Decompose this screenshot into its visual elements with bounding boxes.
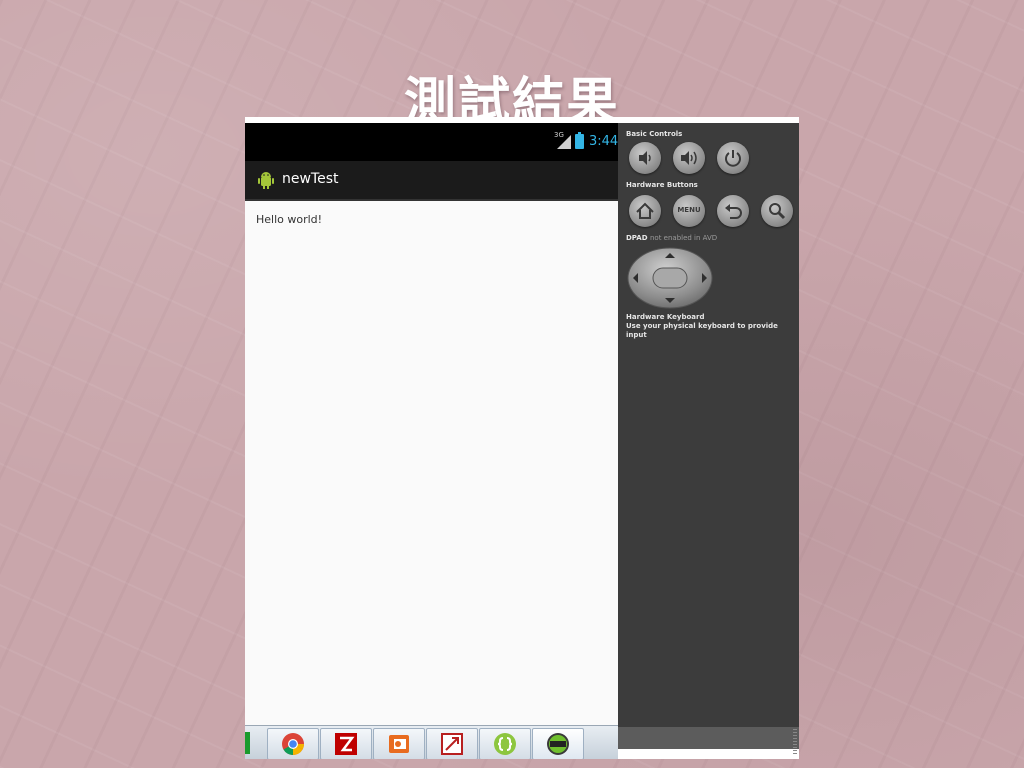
action-bar: newTest (245, 161, 618, 201)
chrome-icon (282, 733, 304, 755)
emulator-screenshot: 3G 3:44 newTest Hello world! Basic Contr (245, 117, 799, 759)
taskbar-chrome[interactable] (267, 728, 319, 759)
menu-button-label: MENU (677, 206, 701, 214)
code-editor-icon (494, 733, 516, 755)
hardware-keyboard-hint: Use your physical keyboard to provide in… (626, 322, 778, 339)
android-avd-icon (547, 733, 569, 755)
power-icon (725, 150, 741, 167)
windows-taskbar (245, 725, 618, 759)
red-app-icon (441, 733, 463, 755)
taskbar-green-app-edge[interactable] (245, 732, 250, 754)
taskbar-powerpoint[interactable] (373, 728, 425, 759)
signal-icon (557, 135, 571, 149)
taskbar-android-avd[interactable] (532, 728, 584, 759)
dpad-label: DPAD not enabled in AVD (626, 234, 717, 243)
dpad-label-prefix: DPAD (626, 234, 648, 242)
android-screen: 3G 3:44 newTest Hello world! (245, 123, 618, 759)
menu-button[interactable]: MENU (673, 195, 705, 227)
volume-down-button[interactable] (629, 142, 661, 174)
power-button[interactable] (717, 142, 749, 174)
back-button[interactable] (717, 195, 749, 227)
search-icon (769, 203, 786, 220)
status-bar: 3G 3:44 (245, 123, 618, 161)
volume-down-icon (639, 151, 651, 165)
battery-icon (575, 132, 584, 149)
hardware-buttons-label: Hardware Buttons (626, 181, 698, 189)
dpad-label-suffix: not enabled in AVD (649, 234, 718, 242)
volume-up-icon (681, 151, 697, 165)
hello-world-text: Hello world! (256, 213, 323, 226)
powerpoint-icon (389, 735, 409, 753)
taskbar-code-editor[interactable] (479, 728, 531, 759)
android-app-icon[interactable] (256, 170, 276, 190)
app-title: newTest (282, 171, 339, 187)
status-clock: 3:44 (589, 134, 619, 149)
home-icon (636, 202, 654, 219)
search-button[interactable] (761, 195, 793, 227)
taskbar-filezilla[interactable] (320, 728, 372, 759)
volume-up-button[interactable] (673, 142, 705, 174)
panel-footer (618, 727, 799, 749)
taskbar-red-app[interactable] (426, 728, 478, 759)
back-icon (725, 204, 742, 219)
hardware-keyboard-label: Hardware Keyboard (626, 313, 705, 321)
basic-controls-label: Basic Controls (626, 130, 683, 138)
filezilla-icon (335, 733, 357, 755)
dpad-control[interactable] (627, 247, 713, 309)
taskbar-resize-grip[interactable] (793, 729, 797, 755)
emulator-controls-panel: Basic Controls Hardware Buttons MENU DPA… (618, 123, 799, 727)
home-button[interactable] (629, 195, 661, 227)
